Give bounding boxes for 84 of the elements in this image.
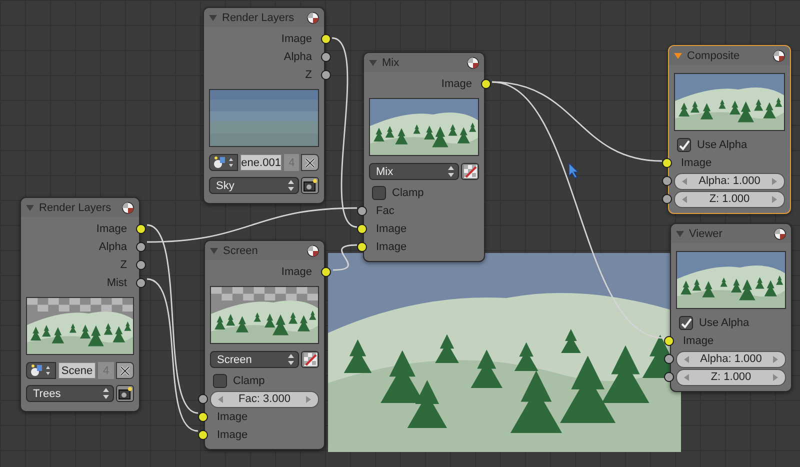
scene-icon — [212, 156, 235, 169]
cursor-icon — [569, 163, 579, 179]
node-title: Screen — [223, 244, 259, 256]
sphere-icon[interactable] — [773, 50, 785, 62]
socket[interactable] — [136, 260, 146, 270]
up-down-arrows-icon — [288, 180, 294, 191]
checkbox-label: Use Alpha — [699, 317, 750, 329]
socket[interactable] — [357, 206, 367, 216]
close-icon — [120, 366, 130, 376]
use-alpha-button[interactable] — [461, 163, 479, 180]
render-button[interactable] — [301, 177, 319, 194]
socket-label: Mist — [106, 277, 127, 289]
socket[interactable] — [136, 242, 146, 252]
socket[interactable] — [198, 412, 208, 422]
node-background[interactable]: Screen Image Screen Clamp Fac: 3.000 Image Image — [204, 240, 325, 450]
scene-browse-button[interactable] — [209, 154, 238, 171]
sphere-icon[interactable] — [122, 202, 134, 214]
socket-label: Image — [376, 223, 407, 235]
node-title: Mix — [382, 56, 400, 68]
scene-browse-button[interactable] — [26, 362, 56, 379]
socket-label: Image — [281, 266, 312, 278]
socket-label: Image — [96, 223, 127, 235]
sphere-icon[interactable] — [307, 244, 319, 256]
camera-icon — [303, 179, 317, 192]
sphere-icon[interactable] — [307, 12, 319, 24]
socket-label: Image — [681, 157, 712, 169]
socket-label: Image — [217, 429, 248, 441]
socket[interactable] — [136, 224, 146, 234]
render-button[interactable] — [116, 385, 134, 402]
close-button[interactable] — [116, 362, 134, 379]
up-down-arrows-icon — [448, 166, 454, 177]
node-background[interactable]: Composite Use Alpha Image Alpha: 1.000 Z: 1.000 — [668, 45, 791, 214]
socket-label: Image — [376, 241, 407, 253]
checker-icon — [464, 165, 476, 178]
sphere-icon[interactable] — [774, 228, 786, 240]
checkbox[interactable] — [213, 374, 227, 388]
dropdown[interactable]: Trees — [26, 385, 114, 402]
up-down-arrows-icon — [288, 354, 294, 365]
checker-icon — [304, 353, 316, 366]
socket-label: Alpha — [284, 51, 312, 63]
dropdown[interactable]: Screen — [210, 351, 299, 368]
checkbox[interactable] — [677, 138, 691, 152]
socket-label: Image — [217, 411, 248, 423]
sphere-icon[interactable] — [467, 56, 479, 68]
node-background[interactable]: Mix Image Mix Clamp Fac Image Image — [363, 52, 485, 262]
socket[interactable] — [136, 278, 146, 288]
socket-label: Fac — [376, 205, 394, 217]
node-title: Composite — [687, 50, 741, 62]
dropdown[interactable]: Sky — [209, 177, 299, 194]
socket-label: Image — [683, 335, 714, 347]
socket-label: Image — [281, 33, 312, 45]
node-background[interactable]: Viewer Use Alpha Image Alpha: 1.000 Z: 1.000 — [670, 223, 792, 392]
checkbox-label: Use Alpha — [697, 139, 748, 151]
socket[interactable] — [662, 158, 672, 168]
node-title: Render Layers — [39, 202, 112, 214]
checkbox[interactable] — [372, 186, 386, 200]
close-button[interactable] — [301, 154, 319, 171]
scene-icon — [30, 364, 52, 377]
checkbox[interactable] — [679, 316, 693, 330]
socket[interactable] — [198, 430, 208, 440]
node-title: Render Layers — [222, 12, 296, 24]
socket[interactable] — [198, 394, 208, 404]
scene-name-field[interactable]: Scene — [58, 362, 96, 379]
dropdown[interactable]: Mix — [369, 163, 459, 180]
socket[interactable] — [481, 79, 491, 89]
socket-label: Z — [120, 259, 127, 271]
socket[interactable] — [321, 70, 331, 80]
socket[interactable] — [321, 34, 331, 44]
socket[interactable] — [357, 242, 367, 252]
socket-label: Image — [441, 78, 472, 90]
socket[interactable] — [321, 52, 331, 62]
checkbox-label: Clamp — [233, 375, 265, 387]
node-title: Viewer — [689, 228, 724, 240]
close-icon — [305, 158, 316, 168]
socket[interactable] — [662, 194, 672, 204]
checkbox-label: Clamp — [392, 187, 424, 199]
use-alpha-button[interactable] — [301, 351, 319, 368]
scene-name-field[interactable]: ene.001 — [240, 154, 282, 171]
camera-icon — [118, 387, 132, 400]
socket-label: Alpha — [98, 241, 127, 253]
up-down-arrows-icon — [103, 388, 109, 399]
socket[interactable] — [662, 176, 672, 186]
socket[interactable] — [357, 224, 367, 234]
socket-label: Z — [305, 69, 312, 81]
